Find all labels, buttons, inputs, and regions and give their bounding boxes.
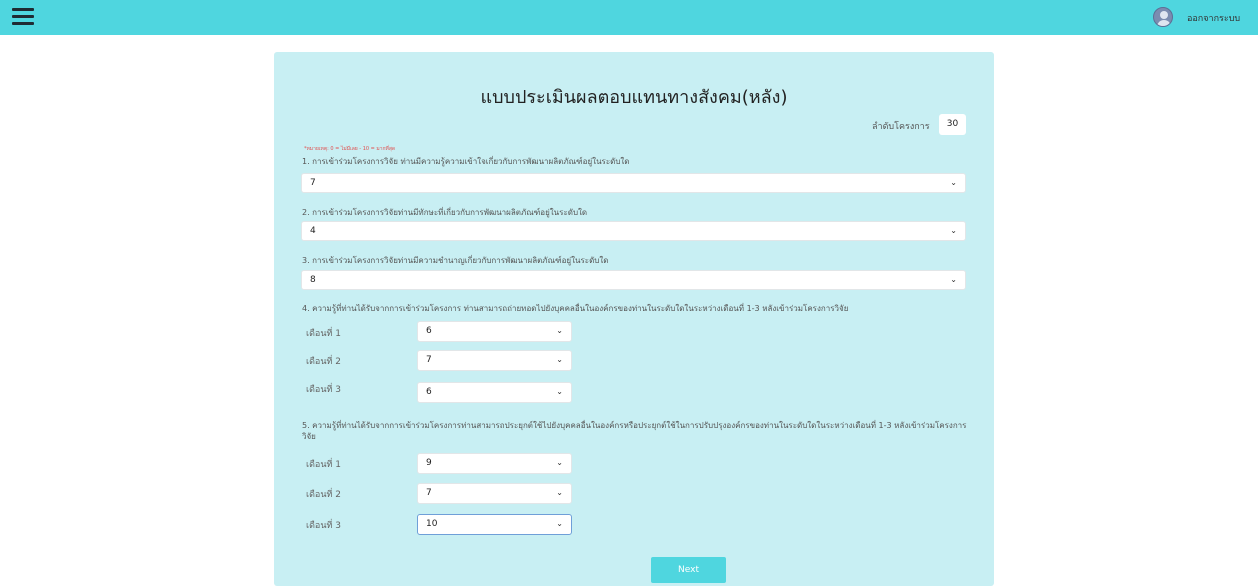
q4-month-3-value: 6	[426, 387, 432, 397]
q4-month-2-select[interactable]: 7 ⌄	[417, 350, 572, 371]
q5-month-1-label: เดือนที่ 1	[306, 460, 341, 470]
scale-note: *หมายเหตุ: 0 = ไม่มีเลย - 10 = มากที่สุด	[304, 146, 396, 152]
assessment-form-card: แบบประเมินผลตอบแทนทางสังคม(หลัง) ลำดับโค…	[274, 52, 994, 586]
q4-month-3-select[interactable]: 6 ⌄	[417, 382, 572, 403]
project-order-label: ลำดับโครงการ	[872, 122, 930, 132]
form-title: แบบประเมินผลตอบแทนทางสังคม(หลัง)	[480, 87, 788, 108]
question-4-text: 4. ความรู้ที่ท่านได้รับจากการเข้าร่วมโคร…	[302, 304, 849, 313]
chevron-down-icon: ⌄	[556, 458, 563, 467]
question-1-value: 7	[310, 178, 316, 188]
user-avatar-icon[interactable]	[1153, 7, 1173, 27]
q5-month-3-select[interactable]: 10 ⌄	[417, 514, 572, 535]
question-3-select[interactable]: 8 ⌄	[301, 270, 966, 290]
chevron-down-icon: ⌄	[950, 226, 957, 235]
q5-month-3-value: 10	[426, 519, 438, 529]
chevron-down-icon: ⌄	[556, 519, 563, 528]
top-navbar: ออกจากระบบ	[0, 0, 1258, 35]
q4-month-2-value: 7	[426, 355, 432, 365]
next-button[interactable]: Next	[651, 557, 726, 583]
q5-month-2-label: เดือนที่ 2	[306, 490, 341, 500]
q5-month-2-value: 7	[426, 488, 432, 498]
chevron-down-icon: ⌄	[556, 387, 563, 396]
logout-link[interactable]: ออกจากระบบ	[1187, 11, 1240, 25]
chevron-down-icon: ⌄	[556, 355, 563, 364]
q4-month-1-label: เดือนที่ 1	[306, 329, 341, 339]
q5-month-1-value: 9	[426, 458, 432, 468]
question-1-select[interactable]: 7 ⌄	[301, 173, 966, 193]
q4-month-2-label: เดือนที่ 2	[306, 357, 341, 367]
project-order-input[interactable]: 30	[939, 114, 966, 135]
question-2-value: 4	[310, 226, 316, 236]
hamburger-icon[interactable]	[12, 8, 34, 26]
q5-month-1-select[interactable]: 9 ⌄	[417, 453, 572, 474]
q5-month-2-select[interactable]: 7 ⌄	[417, 483, 572, 504]
chevron-down-icon: ⌄	[556, 488, 563, 497]
q4-month-1-select[interactable]: 6 ⌄	[417, 321, 572, 342]
chevron-down-icon: ⌄	[950, 275, 957, 284]
q5-month-3-label: เดือนที่ 3	[306, 521, 341, 531]
question-5-text: 5. ความรู้ที่ท่านได้รับจากการเข้าร่วมโคร…	[302, 421, 967, 441]
chevron-down-icon: ⌄	[556, 326, 563, 335]
question-2-select[interactable]: 4 ⌄	[301, 221, 966, 241]
question-2-text: 2. การเข้าร่วมโครงการวิจัยท่านมีทักษะที่…	[302, 208, 588, 217]
q4-month-1-value: 6	[426, 326, 432, 336]
question-1-text: 1. การเข้าร่วมโครงการวิจัย ท่านมีความรู้…	[302, 157, 630, 166]
chevron-down-icon: ⌄	[950, 178, 957, 187]
q4-month-3-label: เดือนที่ 3	[306, 385, 341, 395]
question-3-value: 8	[310, 275, 316, 285]
question-3-text: 3. การเข้าร่วมโครงการวิจัยท่านมีความชำนา…	[302, 256, 609, 265]
